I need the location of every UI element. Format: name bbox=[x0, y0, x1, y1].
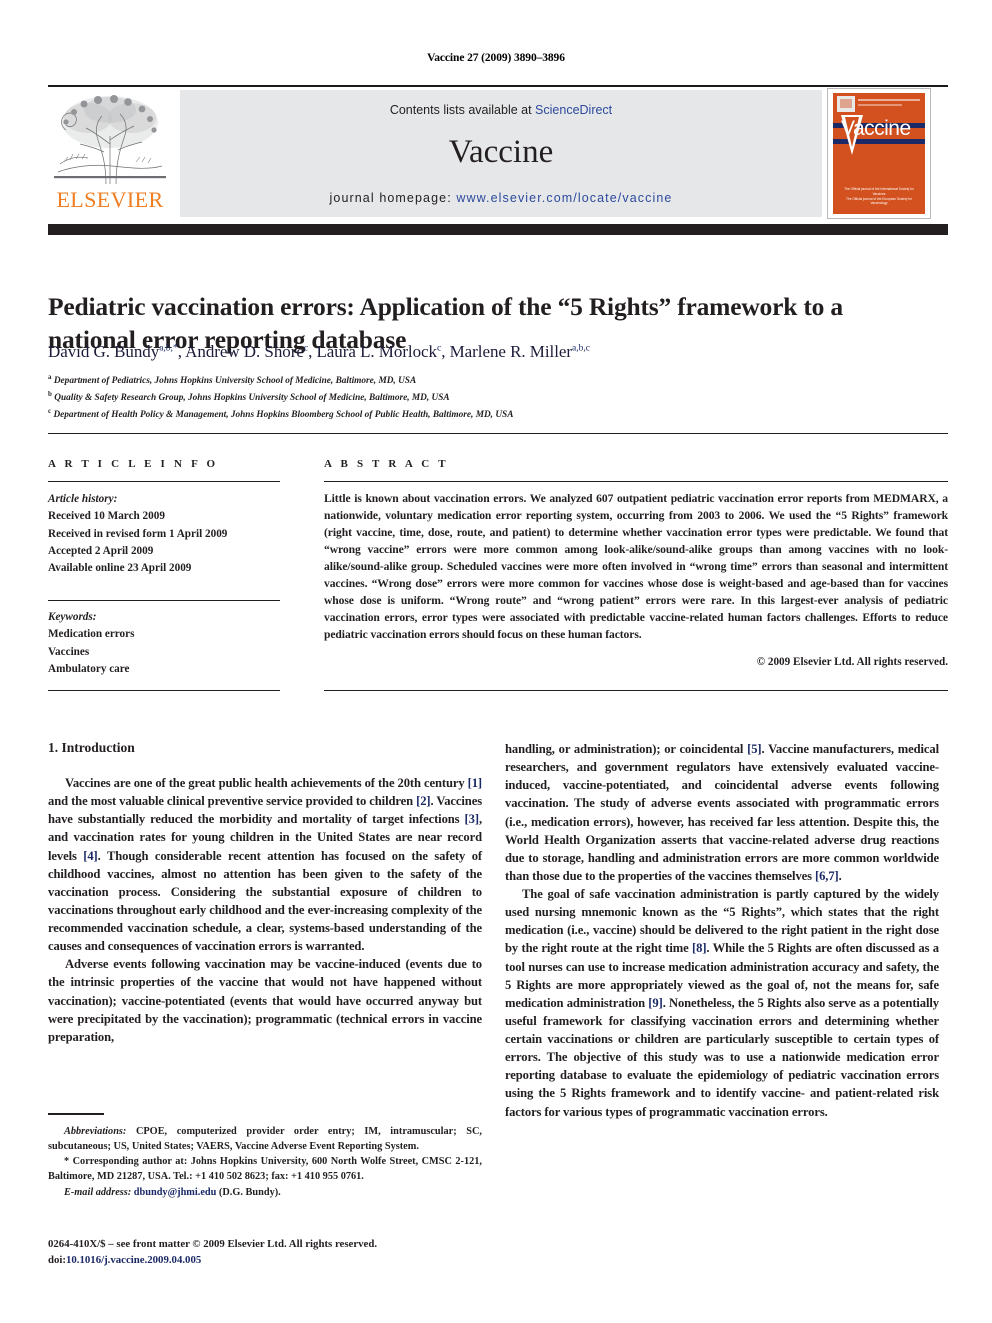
history-item-revised: Received in revised form 1 April 2009 bbox=[48, 527, 228, 540]
footnote-email: E-mail address: dbundy@jhmi.edu (D.G. Bu… bbox=[48, 1185, 482, 1200]
paragraph-intro-4: The goal of safe vaccination administrat… bbox=[505, 887, 939, 1119]
paragraph-intro-2: Adverse events following vaccination may… bbox=[48, 957, 482, 1044]
article-info-spacer bbox=[48, 577, 280, 596]
body-column-right: handling, or administration); or coincid… bbox=[505, 740, 939, 1121]
article-info-column: A R T I C L E I N F O Article history: R… bbox=[48, 458, 280, 678]
imprint-block: 0264-410X/$ – see front matter © 2009 El… bbox=[48, 1236, 508, 1268]
homepage-prefix-text: journal homepage: bbox=[329, 191, 457, 205]
doi-label: doi: bbox=[48, 1254, 66, 1267]
history-item-received: Received 10 March 2009 bbox=[48, 510, 165, 523]
article-info-heading: A R T I C L E I N F O bbox=[48, 458, 219, 470]
footnote-abbreviations: Abbreviations: CPOE, computerized provid… bbox=[48, 1124, 482, 1154]
article-history-block: Article history: Received 10 March 2009 … bbox=[48, 491, 280, 577]
elsevier-logo: ELSEVIER bbox=[48, 90, 172, 218]
keywords-rule bbox=[48, 600, 280, 602]
running-head: Vaccine 27 (2009) 3890–3896 bbox=[427, 52, 565, 64]
body-text-left: Vaccines are one of the great public hea… bbox=[48, 774, 482, 1046]
masthead-top-rule bbox=[48, 85, 948, 87]
history-item-accepted: Accepted 2 April 2009 bbox=[48, 544, 154, 557]
masthead-black-bar bbox=[48, 224, 948, 235]
journal-homepage-link[interactable]: www.elsevier.com/locate/vaccine bbox=[456, 191, 672, 205]
body-text-right: handling, or administration); or coincid… bbox=[505, 740, 939, 1121]
elsevier-wordmark: ELSEVIER bbox=[56, 187, 164, 212]
contents-available-line: Contents lists available at ScienceDirec… bbox=[180, 103, 822, 117]
abbreviations-label: Abbreviations: bbox=[64, 1126, 127, 1137]
keyword-item-2: Vaccines bbox=[48, 645, 90, 658]
keywords-block: Keywords: Medication errors Vaccines Amb… bbox=[48, 609, 280, 678]
journal-homepage-line: journal homepage: www.elsevier.com/locat… bbox=[180, 191, 822, 205]
keyword-item-3: Ambulatory care bbox=[48, 662, 130, 675]
journal-banner: Contents lists available at ScienceDirec… bbox=[180, 90, 822, 217]
affiliation-c: c Department of Health Policy & Manageme… bbox=[48, 406, 908, 423]
email-link[interactable]: dbundy@jhmi.edu bbox=[134, 1187, 217, 1198]
author-list: David G. Bundya,b,*, Andrew D. Shorec, L… bbox=[48, 342, 590, 361]
imprint-doi-line: doi:10.1016/j.vaccine.2009.04.005 bbox=[48, 1252, 508, 1268]
footnote-corresponding-author: * Corresponding author at: Johns Hopkins… bbox=[48, 1154, 482, 1184]
keyword-item-1: Medication errors bbox=[48, 628, 135, 641]
abstract-heading: A B S T R A C T bbox=[324, 458, 449, 470]
cover-footer-line-1: The Official journal of the Internationa… bbox=[844, 187, 914, 197]
contents-prefix-text: Contents lists available at bbox=[389, 103, 536, 117]
abstract-text: Little is known about vaccination errors… bbox=[324, 492, 948, 641]
affiliation-marker-b: b bbox=[48, 390, 52, 399]
abstract-copyright: © 2009 Elsevier Ltd. All rights reserved… bbox=[756, 655, 948, 668]
affiliation-b: b Quality & Safety Research Group, Johns… bbox=[48, 389, 908, 406]
cover-elsevier-logo-icon bbox=[837, 96, 855, 112]
paper-page: Vaccine 27 (2009) 3890–3896 ELSEVIER Con… bbox=[0, 0, 992, 1323]
cover-header-line-1 bbox=[858, 99, 920, 101]
cover-footer-text: The Official journal of the Internationa… bbox=[838, 187, 920, 206]
imprint-front-matter: 0264-410X/$ – see front matter © 2009 El… bbox=[48, 1238, 378, 1250]
abstract-column: A B S T R A C T Little is known about va… bbox=[324, 458, 948, 668]
article-info-bottom-rule bbox=[48, 690, 280, 692]
affiliation-a: a Department of Pediatrics, Johns Hopkin… bbox=[48, 372, 908, 389]
journal-cover-art: Vaccine The Official journal of the Inte… bbox=[833, 93, 925, 214]
keywords-label: Keywords: bbox=[48, 611, 97, 624]
history-item-online: Available online 23 April 2009 bbox=[48, 561, 192, 574]
footnote-separator-rule bbox=[48, 1113, 104, 1115]
body-column-left: 1. Introduction Vaccines are one of the … bbox=[48, 740, 482, 1046]
email-label: E-mail address: bbox=[64, 1186, 132, 1198]
corresponding-author-text: Corresponding author at: Johns Hopkins U… bbox=[48, 1156, 482, 1183]
affiliation-text-a: Department of Pediatrics, Johns Hopkins … bbox=[53, 376, 417, 387]
affiliations-list: a Department of Pediatrics, Johns Hopkin… bbox=[48, 372, 908, 423]
sciencedirect-link[interactable]: ScienceDirect bbox=[535, 103, 612, 117]
article-info-rule bbox=[48, 481, 280, 483]
section-heading-introduction: 1. Introduction bbox=[48, 740, 135, 755]
cover-footer-line-2: The Official journal of the European Soc… bbox=[845, 196, 913, 206]
article-history-label: Article history: bbox=[48, 493, 118, 506]
affiliation-marker-a: a bbox=[48, 373, 52, 381]
title-section-divider bbox=[48, 433, 948, 435]
cover-journal-name: Vaccine bbox=[841, 117, 911, 140]
doi-link[interactable]: 10.1016/j.vaccine.2009.04.005 bbox=[66, 1254, 201, 1266]
paragraph-intro-1: Vaccines are one of the great public hea… bbox=[48, 776, 482, 954]
email-suffix: (D.G. Bundy). bbox=[216, 1186, 281, 1198]
journal-masthead: ELSEVIER Contents lists available at Sci… bbox=[48, 88, 948, 219]
abstract-rule bbox=[324, 481, 948, 483]
abstract-bottom-rule bbox=[324, 690, 948, 692]
paragraph-intro-3: handling, or administration); or coincid… bbox=[505, 742, 939, 883]
affiliation-marker-c: c bbox=[48, 407, 52, 416]
footnotes-block: Abbreviations: CPOE, computerized provid… bbox=[48, 1124, 482, 1200]
journal-title: Vaccine bbox=[448, 134, 554, 170]
affiliation-text-c: Department of Health Policy & Management… bbox=[53, 410, 514, 421]
cover-header-line-2 bbox=[858, 104, 902, 106]
journal-cover-thumbnail[interactable]: Vaccine The Official journal of the Inte… bbox=[827, 88, 931, 219]
elsevier-tree-icon bbox=[54, 92, 166, 188]
affiliation-text-b: Quality & Safety Research Group, Johns H… bbox=[54, 393, 450, 404]
